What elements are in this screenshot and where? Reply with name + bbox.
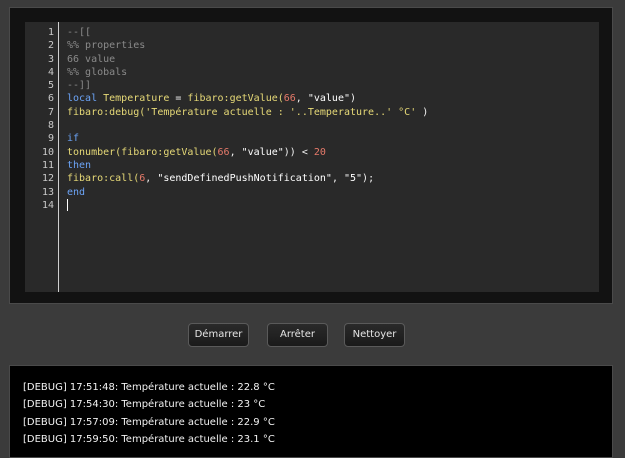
code-token: , (331, 173, 344, 185)
code-token: fibaro:debug( (67, 106, 146, 118)
debug-log-line: [DEBUG] 17:57:09: Température actuelle :… (23, 416, 275, 428)
code-token: = (169, 93, 188, 105)
code-token: fibaro:getValue( (187, 93, 284, 105)
debug-console: [DEBUG] 17:51:48: Température actuelle :… (9, 365, 613, 458)
code-token: 20 (313, 146, 326, 158)
debug-log-line: [DEBUG] 17:54:30: Température actuelle :… (23, 399, 266, 411)
code-token: tonumber(fibaro:getValue( (67, 146, 218, 158)
line-number: 1 (47, 27, 54, 38)
line-number-gutter: 1 2 3 4 5 6 7 8 9 10 11 12 13 14 (25, 22, 59, 292)
line-number: 5 (47, 80, 54, 92)
code-token: )) < (283, 146, 314, 158)
line-number: 4 (47, 66, 54, 78)
code-token: ) (422, 106, 429, 118)
line-number: 12 (41, 173, 54, 185)
line-number: 3 (47, 53, 54, 65)
line-number: 2 (47, 40, 54, 52)
code-editor-frame: 1 2 3 4 5 6 7 8 9 10 11 12 13 14 --[[%% properties 66 … (9, 7, 613, 304)
code-token: then (67, 159, 92, 171)
code-token: %% globals (67, 66, 128, 78)
line-number: 8 (47, 120, 54, 132)
code-token: fibaro:call( (67, 173, 140, 185)
code-token: ..' °C' (374, 106, 423, 118)
stop-button[interactable]: Arrêter (267, 323, 328, 347)
code-token: 66 value (67, 53, 116, 65)
clear-button[interactable]: Nettoyer (344, 323, 405, 347)
code-token: --]] (67, 80, 92, 92)
code-line: fibaro:debug('Température actuelle : '..… (67, 106, 599, 119)
code-line: 66 value (67, 53, 599, 66)
start-button[interactable]: Démarrer (188, 323, 249, 347)
line-number: 13 (41, 186, 54, 198)
code-line: %% properties (67, 39, 599, 52)
code-token: "value" (307, 93, 350, 105)
code-token: , (295, 93, 308, 105)
code-token: 66 (283, 93, 296, 105)
code-line: local Temperature = fibaro:getValue(66, … (67, 92, 599, 105)
code-token: %% properties (67, 40, 146, 52)
code-line: --]] (67, 79, 599, 92)
code-token: --[[ (67, 27, 92, 38)
code-line: then (67, 159, 599, 172)
code-token: 66 (217, 146, 230, 158)
line-number: 7 (47, 106, 54, 118)
code-line (67, 198, 599, 212)
debug-log-line: [DEBUG] 17:51:48: Température actuelle :… (23, 382, 275, 393)
code-line: if (67, 132, 599, 145)
debug-log-line: [DEBUG] 17:59:50: Température actuelle :… (23, 433, 275, 445)
line-number: 11 (41, 159, 54, 171)
code-line: %% globals (67, 66, 599, 79)
code-area[interactable]: --[[ %% properties 66 value%% globals --]] l… (67, 26, 599, 212)
text-cursor (67, 198, 68, 211)
line-number: 9 (47, 133, 54, 145)
code-line: --[[ (67, 26, 599, 39)
code-token: Temperature (103, 93, 170, 105)
line-number: 6 (47, 93, 54, 105)
code-line: tonumber(fibaro:getValue(66, "value")) <… (67, 146, 599, 159)
code-token: ) (350, 93, 357, 105)
code-token: , (145, 173, 158, 185)
line-number: 14 (41, 199, 54, 211)
code-token: "5" (343, 173, 363, 185)
code-token: , (229, 146, 242, 158)
code-editor[interactable]: 1 2 3 4 5 6 7 8 9 10 11 12 13 14 --[[%% properties 66 … (25, 22, 599, 292)
code-line: fibaro:call(6, "sendDefinedPushNotificat… (67, 172, 599, 185)
code-token: Temperature (307, 106, 375, 118)
line-number: 10 (41, 146, 54, 158)
code-token: ); (362, 173, 375, 185)
code-token: "sendDefinedPushNotification" (157, 173, 332, 185)
code-token: if (67, 133, 80, 145)
code-line: end (67, 186, 599, 199)
control-buttons: Démarrer Arrêter Nettoyer (0, 323, 625, 347)
code-token: 'Température actuelle : '.. (145, 106, 308, 118)
code-token: end (67, 186, 86, 198)
code-token: local (67, 93, 104, 105)
code-token: "value" (241, 146, 284, 158)
